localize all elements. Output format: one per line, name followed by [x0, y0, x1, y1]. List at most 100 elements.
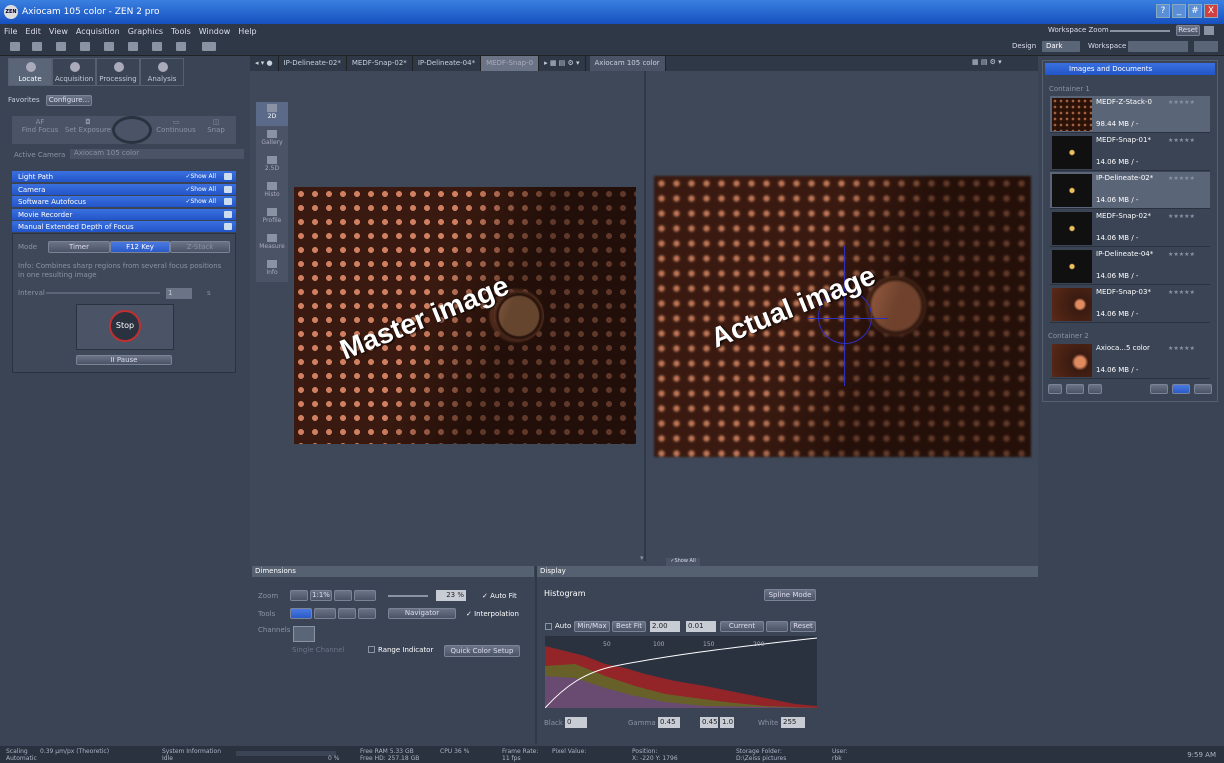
design-dropdown[interactable]: Dark — [1042, 41, 1080, 52]
section-camera[interactable]: Camera ✓Show All — [12, 184, 236, 195]
current-dropdown[interactable]: Current — [720, 621, 764, 632]
tab-locate[interactable]: Locate — [8, 58, 52, 86]
monitor-icon[interactable] — [202, 42, 216, 51]
interpolation-checkbox[interactable]: ✓ Interpolation — [466, 610, 519, 618]
list-view-icon[interactable] — [1150, 384, 1168, 394]
tab-acquisition[interactable]: Acquisition — [52, 58, 96, 86]
tab-medf-snap-02[interactable]: MEDF-Snap-02* — [347, 56, 413, 71]
zoom-fit-icon[interactable] — [290, 590, 308, 601]
interval-input[interactable]: 1 — [166, 288, 192, 299]
list-item[interactable]: MEDF-Snap-02* 14.06 MB / - ★★★★★ — [1050, 210, 1210, 247]
menu-tools[interactable]: Tools — [171, 27, 191, 36]
rating-stars[interactable]: ★★★★★ — [1168, 345, 1195, 352]
list-item[interactable]: Axioca...5 color 14.06 MB / - ★★★★★ — [1050, 342, 1210, 379]
workspace-dropdown[interactable] — [1128, 41, 1188, 52]
collapse-arrow-icon[interactable]: ▾ — [640, 554, 644, 562]
channel-swatch[interactable] — [293, 626, 315, 642]
tab-axiocam[interactable]: Axiocam 105 color — [589, 56, 666, 71]
menu-acquisition[interactable]: Acquisition — [76, 27, 120, 36]
show-all-toggle[interactable]: ✓Show All — [185, 198, 216, 205]
menu-window[interactable]: Window — [199, 27, 231, 36]
zoom-in-icon[interactable] — [354, 590, 376, 601]
set-exposure-button[interactable]: ◘ Set Exposure — [64, 118, 112, 134]
section-light-path[interactable]: Light Path ✓Show All — [12, 171, 236, 182]
pin-icon[interactable] — [224, 173, 232, 180]
settings-dropdown[interactable] — [1194, 41, 1218, 52]
list-item[interactable]: IP-Delineate-04* 14.06 MB / - ★★★★★ — [1050, 248, 1210, 285]
tab-processing[interactable]: Processing — [96, 58, 140, 86]
mode-f12-key[interactable]: F12 Key — [110, 241, 170, 253]
interval-slider[interactable] — [46, 292, 160, 294]
list-item[interactable]: MEDF-Snap-03* 14.06 MB / - ★★★★★ — [1050, 286, 1210, 323]
quick-color-setup-button[interactable]: Quick Color Setup — [444, 645, 520, 657]
mode-z-stack[interactable]: Z-Stack — [170, 241, 230, 253]
pin-icon[interactable] — [224, 223, 232, 230]
close-doc-icon[interactable] — [104, 42, 114, 51]
active-camera-dropdown[interactable]: Axiocam 105 color — [70, 149, 244, 159]
new-icon[interactable] — [10, 42, 20, 51]
gamma-input-2[interactable]: 0.45 — [700, 717, 718, 728]
zoom-out-icon[interactable] — [334, 590, 352, 601]
minimize-button[interactable]: _ — [1172, 4, 1186, 18]
save-icon[interactable] — [56, 42, 66, 51]
tab-analysis[interactable]: Analysis — [140, 58, 184, 86]
live-button[interactable] — [112, 116, 152, 144]
best-fit-percent-input[interactable]: 2.00 — [650, 621, 680, 632]
mode-timer[interactable]: Timer — [48, 241, 110, 253]
close-icon[interactable] — [1088, 384, 1102, 394]
folder-icon[interactable] — [1066, 384, 1084, 394]
pin-icon[interactable] — [224, 198, 232, 205]
show-all-toggle[interactable]: ✓Show All — [666, 558, 700, 566]
show-all-toggle[interactable]: ✓Show All — [185, 173, 216, 180]
white-input[interactable]: 255 — [781, 717, 805, 728]
system-information[interactable]: System Information — [162, 748, 221, 755]
rating-stars[interactable]: ★★★★★ — [1168, 137, 1195, 144]
list-item[interactable]: MEDF-Snap-01* 14.06 MB / - ★★★★★ — [1050, 134, 1210, 171]
view-profile[interactable]: Profile — [256, 206, 288, 230]
open-icon[interactable] — [32, 42, 42, 51]
split-divider[interactable] — [644, 71, 646, 561]
rating-stars[interactable]: ★★★★★ — [1168, 175, 1195, 182]
auto-checkbox[interactable] — [545, 623, 552, 630]
tab-medf-snap-0[interactable]: MEDF-Snap-0 — [481, 56, 540, 71]
histogram-chart[interactable]: 50 100 150 200 — [545, 636, 817, 708]
import-icon[interactable] — [152, 42, 162, 51]
find-focus-button[interactable]: AF Find Focus — [16, 118, 64, 134]
pointer-tool-icon[interactable] — [290, 608, 312, 619]
minmax-button[interactable]: Min/Max — [574, 621, 610, 632]
maximize-button[interactable]: # — [1188, 4, 1202, 18]
pin-icon[interactable] — [224, 186, 232, 193]
spline-mode-button[interactable]: Spline Mode — [764, 589, 816, 601]
section-medf[interactable]: Manual Extended Depth of Focus — [12, 221, 236, 232]
layout-icons[interactable]: ▦ ▤ ⚙ ▾ — [972, 58, 1002, 66]
view-info[interactable]: Info — [256, 258, 288, 282]
close-button[interactable]: X — [1204, 4, 1218, 18]
gamma-input-3[interactable]: 1.0 — [720, 717, 734, 728]
workspace-zoom-slider[interactable] — [1110, 30, 1170, 32]
pan-tool-icon[interactable] — [338, 608, 356, 619]
pause-button[interactable]: II Pause — [76, 355, 172, 365]
view-measure[interactable]: Measure — [256, 232, 288, 256]
best-fit-button[interactable]: Best Fit — [612, 621, 646, 632]
tab-ip-delineate-04[interactable]: IP-Delineate-04* — [413, 56, 482, 71]
menu-edit[interactable]: Edit — [25, 27, 41, 36]
view-gallery[interactable]: Gallery — [256, 128, 288, 152]
zoom-input[interactable]: 23 % — [436, 590, 466, 601]
thumb-view-icon[interactable] — [1194, 384, 1212, 394]
zoom-100-button[interactable]: 1:1% — [310, 590, 332, 601]
list-item[interactable]: IP-Delineate-02* 14.06 MB / - ★★★★★ — [1050, 172, 1210, 209]
view-histo[interactable]: Histo — [256, 180, 288, 204]
list-item[interactable]: MEDF-Z-Stack-0 98.44 MB / - ★★★★★ — [1050, 96, 1210, 133]
menu-file[interactable]: File — [4, 27, 17, 36]
rating-stars[interactable]: ★★★★★ — [1168, 251, 1195, 258]
snap-button[interactable]: ◫ Snap — [198, 118, 234, 134]
section-movie-recorder[interactable]: Movie Recorder — [12, 209, 236, 220]
pin-icon[interactable] — [1204, 26, 1214, 35]
view-25d[interactable]: 2.5D — [256, 154, 288, 178]
storage-folder-value[interactable]: D:\Zeiss pictures — [736, 755, 786, 762]
display-reset-button[interactable]: Reset — [790, 621, 816, 632]
rating-stars[interactable]: ★★★★★ — [1168, 289, 1195, 296]
gamma-input[interactable]: 0.45 — [658, 717, 680, 728]
tab-ip-delineate-02[interactable]: IP-Delineate-02* — [279, 56, 347, 71]
auto-fit-checkbox[interactable]: ✓ Auto Fit — [482, 592, 517, 600]
